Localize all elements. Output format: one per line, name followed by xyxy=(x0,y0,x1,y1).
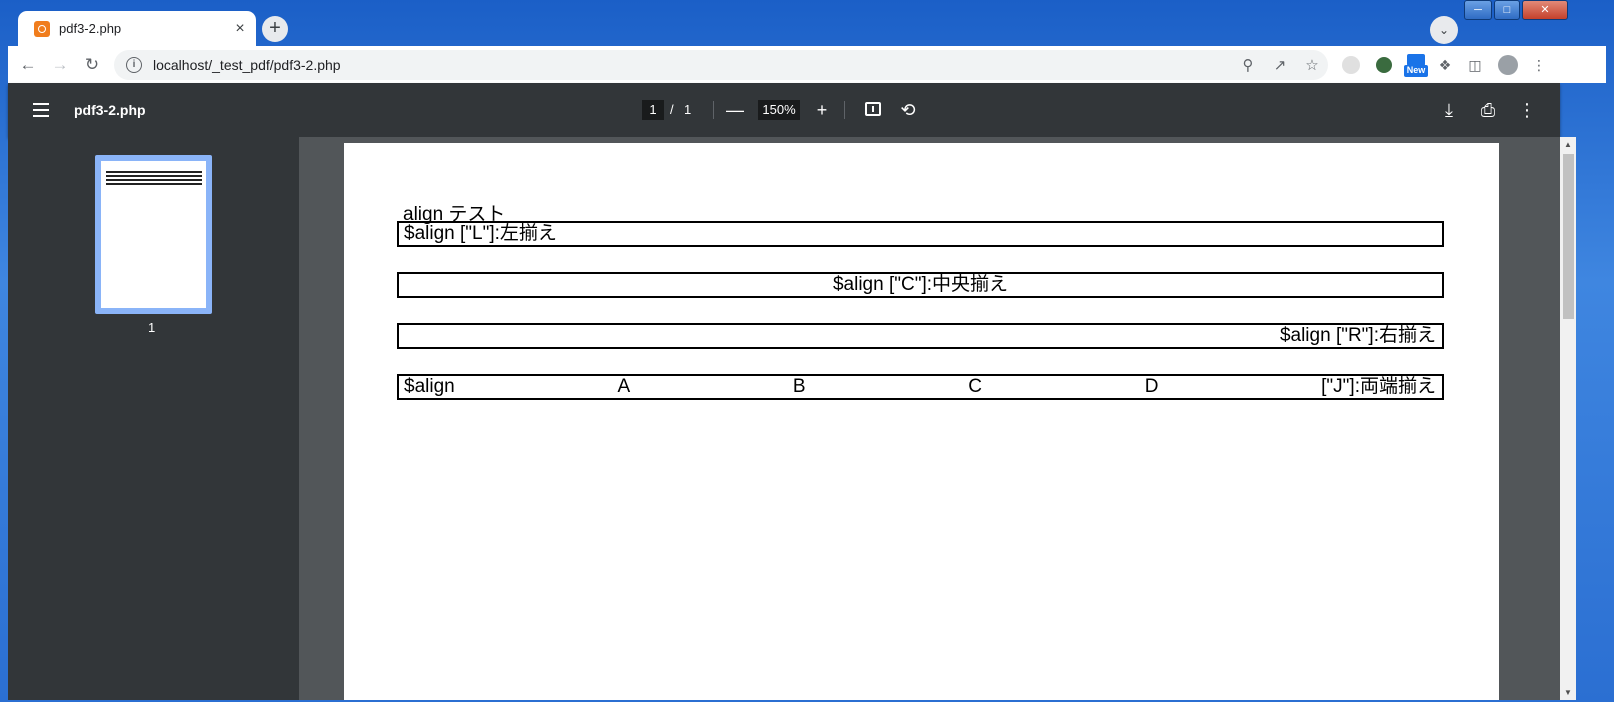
thumbnail-page-number: 1 xyxy=(148,320,156,335)
vertical-scrollbar[interactable]: ▲ ▼ xyxy=(1560,137,1576,700)
bookmark-star-icon[interactable]: ☆ xyxy=(1296,56,1328,74)
zoom-level-input[interactable]: 150% xyxy=(758,100,800,120)
extension-green-icon[interactable] xyxy=(1376,57,1392,73)
align-justify-cell: $align A B C D ["J"]:両端揃え xyxy=(397,374,1444,400)
window-controls: ─ □ ✕ xyxy=(1462,0,1568,20)
xampp-favicon-icon xyxy=(34,20,50,37)
align-left-cell: $align ["L"]:左揃え xyxy=(397,221,1444,247)
rotate-icon[interactable]: ⟲ xyxy=(895,97,921,123)
thumbnail-line xyxy=(106,183,202,185)
pdf-viewer: align テスト $align ["L"]:左揃え $align ["C"]:… xyxy=(299,137,1560,700)
forward-button[interactable]: → xyxy=(46,51,74,79)
zoom-icon[interactable]: ⚲ xyxy=(1232,56,1264,74)
justify-word: D xyxy=(1144,376,1159,397)
justify-word: B xyxy=(792,376,806,397)
tab-title: pdf3-2.php xyxy=(59,21,122,36)
title-bar: pdf3-2.php × + ⌄ ─ □ ✕ xyxy=(8,0,1606,46)
scrollbar-thumb[interactable] xyxy=(1563,154,1574,319)
fit-page-icon[interactable] xyxy=(865,102,881,116)
thumbnail-page xyxy=(101,161,206,308)
extensions-puzzle-icon[interactable]: ❖ xyxy=(1434,54,1456,76)
thumbnail-line xyxy=(106,171,202,173)
pdf-page: align テスト $align ["L"]:左揃え $align ["C"]:… xyxy=(344,143,1499,700)
side-panel-icon[interactable]: ◫ xyxy=(1464,54,1486,76)
zoom-out-button[interactable]: — xyxy=(722,97,748,123)
justify-word: ["J"]:両端揃え xyxy=(1321,376,1436,397)
menu-kebab-icon[interactable]: ⋮ xyxy=(1528,54,1550,76)
address-bar[interactable]: i localhost/_test_pdf/pdf3-2.php ⚲ ↗ ☆ xyxy=(114,50,1328,80)
more-actions-icon[interactable]: ⋮ xyxy=(1514,97,1540,123)
close-window-button[interactable]: ✕ xyxy=(1522,0,1568,20)
sidebar-menu-icon[interactable] xyxy=(33,103,49,121)
new-badge: New xyxy=(1404,65,1428,77)
align-center-cell: $align ["C"]:中央揃え xyxy=(397,272,1444,298)
share-icon[interactable]: ↗ xyxy=(1264,56,1296,74)
back-button[interactable]: ← xyxy=(14,51,42,79)
thumbnail-line xyxy=(106,179,202,181)
tab-search-button[interactable]: ⌄ xyxy=(1430,16,1458,44)
site-info-icon[interactable]: i xyxy=(126,57,142,73)
page-total: 1 xyxy=(684,102,692,117)
thumbnail-sidebar: 1 xyxy=(8,137,299,700)
scroll-down-icon[interactable]: ▼ xyxy=(1564,688,1572,697)
extension-headphones-icon[interactable] xyxy=(1342,56,1360,74)
divider xyxy=(844,101,845,119)
scroll-up-icon[interactable]: ▲ xyxy=(1564,140,1572,149)
download-icon[interactable]: ⤓ xyxy=(1436,97,1462,123)
url-text[interactable]: localhost/_test_pdf/pdf3-2.php xyxy=(153,57,1232,73)
justify-word: C xyxy=(968,376,982,397)
pdf-title: pdf3-2.php xyxy=(74,102,146,118)
page-separator: / xyxy=(670,102,674,117)
browser-tab[interactable]: pdf3-2.php × xyxy=(18,11,256,46)
browser-toolbar: ← → ↻ i localhost/_test_pdf/pdf3-2.php ⚲… xyxy=(8,46,1606,83)
tab-close-icon[interactable]: × xyxy=(230,20,250,38)
thumbnail-line xyxy=(106,175,202,177)
divider xyxy=(713,101,714,119)
page-thumbnail[interactable] xyxy=(95,155,212,314)
maximize-button[interactable]: □ xyxy=(1494,0,1520,20)
print-icon[interactable]: ⎙ xyxy=(1475,97,1501,123)
justify-word: A xyxy=(617,376,631,397)
pdf-toolbar: pdf3-2.php 1 / 1 — 150% + ⟲ ⤓ ⎙ ⋮ xyxy=(8,83,1560,137)
minimize-button[interactable]: ─ xyxy=(1464,0,1492,20)
page-number-input[interactable]: 1 xyxy=(642,100,664,120)
justify-word: $align xyxy=(404,376,455,397)
browser-window: pdf3-2.php × + ⌄ ─ □ ✕ ← → ↻ i localhost… xyxy=(8,0,1606,700)
zoom-in-button[interactable]: + xyxy=(809,97,835,123)
profile-avatar[interactable] xyxy=(1498,55,1518,75)
new-tab-button[interactable]: + xyxy=(262,16,288,42)
align-right-cell: $align ["R"]:右揃え xyxy=(397,323,1444,349)
reload-button[interactable]: ↻ xyxy=(78,51,106,79)
